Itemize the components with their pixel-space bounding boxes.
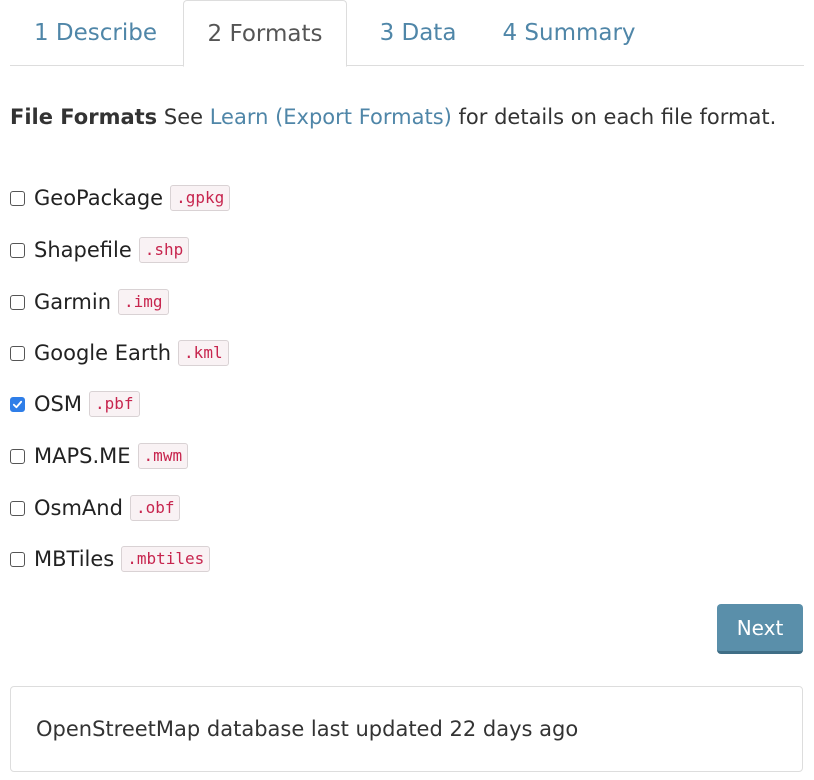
format-label: Shapefile [34,238,132,262]
database-status-text: OpenStreetMap database last updated 22 d… [36,717,579,741]
file-formats-heading: File Formats [10,105,158,129]
format-checkbox[interactable] [10,448,25,464]
format-label: Garmin [34,290,112,314]
next-button[interactable]: Next [717,604,803,654]
format-checkbox[interactable] [10,551,25,567]
format-extension: .gpkg [170,185,231,211]
tab-describe[interactable]: 1 Describe [10,0,181,66]
format-label: MBTiles [34,547,115,571]
format-option-garmin[interactable]: Garmin .img [10,284,169,320]
step-tabs: 1 Describe 2 Formats 3 Data 4 Summary [10,0,804,67]
format-checkbox[interactable] [10,190,25,206]
format-extension: .pbf [88,391,140,417]
format-extension: .shp [138,237,190,263]
format-option-geopackage[interactable]: GeoPackage .gpkg [10,180,231,216]
format-extension: .mwm [137,443,189,469]
format-extension: .img [118,289,169,315]
format-label: MAPS.ME [34,444,131,468]
format-extension: .mbtiles [121,546,211,572]
format-checkbox[interactable] [10,500,25,516]
tab-data[interactable]: 3 Data [356,0,480,66]
format-option-osmand[interactable]: OsmAnd .obf [10,490,181,526]
learn-export-formats-link[interactable]: Learn (Export Formats) [210,105,452,129]
format-checkbox-checked[interactable] [10,396,25,412]
format-label: OSM [34,392,82,416]
tab-summary[interactable]: 4 Summary [483,0,655,66]
format-extension: .kml [178,340,229,366]
format-option-osm[interactable]: OSM .pbf [10,386,140,422]
format-option-maps-me[interactable]: MAPS.ME .mwm [10,438,189,474]
format-extension: .obf [129,495,181,521]
file-formats-intro: File Formats See Learn (Export Formats) … [10,94,790,140]
format-label: GeoPackage [34,186,164,210]
check-icon [12,400,23,408]
format-label: Google Earth [34,341,172,365]
format-option-mbtiles[interactable]: MBTiles .mbtiles [10,541,211,577]
intro-details-text: for details on each file format. [458,105,777,129]
format-checkbox[interactable] [10,345,25,361]
format-checkbox[interactable] [10,294,25,310]
format-option-shapefile[interactable]: Shapefile .shp [10,232,190,268]
database-status-panel: OpenStreetMap database last updated 22 d… [10,686,803,772]
format-option-google-earth[interactable]: Google Earth .kml [10,335,229,371]
format-checkbox[interactable] [10,242,25,258]
format-label: OsmAnd [34,496,123,520]
intro-see-text: See [163,105,204,129]
tab-formats[interactable]: 2 Formats [183,0,347,67]
